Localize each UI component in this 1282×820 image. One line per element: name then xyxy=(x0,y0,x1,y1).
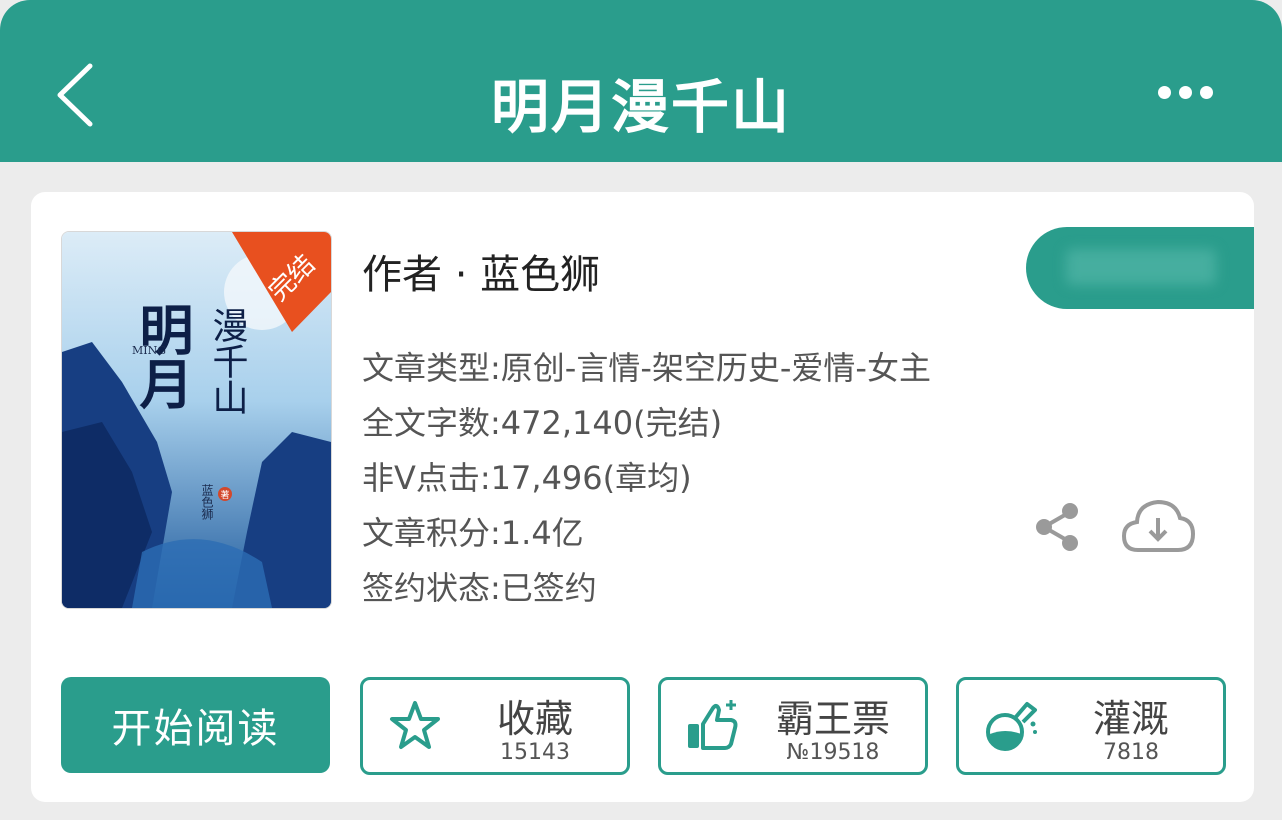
start-reading-button[interactable]: 开始阅读 xyxy=(61,677,330,773)
top-bar: 明月漫千山 xyxy=(0,0,1282,162)
more-options-icon[interactable] xyxy=(1158,86,1218,106)
book-cover[interactable]: 完结 明月 漫千山 MING 蓝色狮 著 xyxy=(61,231,332,609)
favorite-label: 收藏 xyxy=(496,697,573,741)
star-icon xyxy=(390,701,440,749)
cover-title-sub: 漫千山 xyxy=(207,307,248,415)
share-icon[interactable] xyxy=(1032,502,1082,552)
add-to-shelf-button[interactable] xyxy=(1026,227,1254,309)
book-author: 作者 · 蓝色狮 xyxy=(362,252,601,298)
cover-latin-text: MING xyxy=(132,344,166,357)
favorite-button[interactable]: 收藏 15143 xyxy=(360,677,630,775)
overlord-ticket-count: №19518 xyxy=(786,740,880,765)
irrigate-button[interactable]: 灌溉 7818 xyxy=(956,677,1226,775)
book-cover-art: 完结 明月 漫千山 MING 蓝色狮 著 xyxy=(62,232,331,608)
download-cloud-icon[interactable] xyxy=(1120,496,1196,556)
irrigate-count: 7818 xyxy=(1103,740,1159,765)
thumbs-up-icon xyxy=(688,700,738,750)
info-word-count: 全文字数:472,140(完结) xyxy=(362,404,723,442)
irrigate-label: 灌溉 xyxy=(1092,697,1169,741)
info-score: 文章积分:1.4亿 xyxy=(362,514,584,552)
overlord-ticket-label: 霸王票 xyxy=(775,697,890,741)
flask-icon xyxy=(986,702,1037,751)
overlord-ticket-button[interactable]: 霸王票 №19518 xyxy=(658,677,928,775)
info-sign-status: 签约状态:已签约 xyxy=(362,569,597,607)
page-title: 明月漫千山 xyxy=(490,73,791,141)
cover-author-text: 蓝色狮 xyxy=(200,484,214,521)
info-clicks: 非Ⅴ点击:17,496(章均) xyxy=(362,459,692,497)
cover-seal-text: 著 xyxy=(220,489,229,501)
favorite-count: 15143 xyxy=(500,740,570,765)
info-genre: 文章类型:原创-言情-架空历史-爱情-女主 xyxy=(362,349,931,387)
